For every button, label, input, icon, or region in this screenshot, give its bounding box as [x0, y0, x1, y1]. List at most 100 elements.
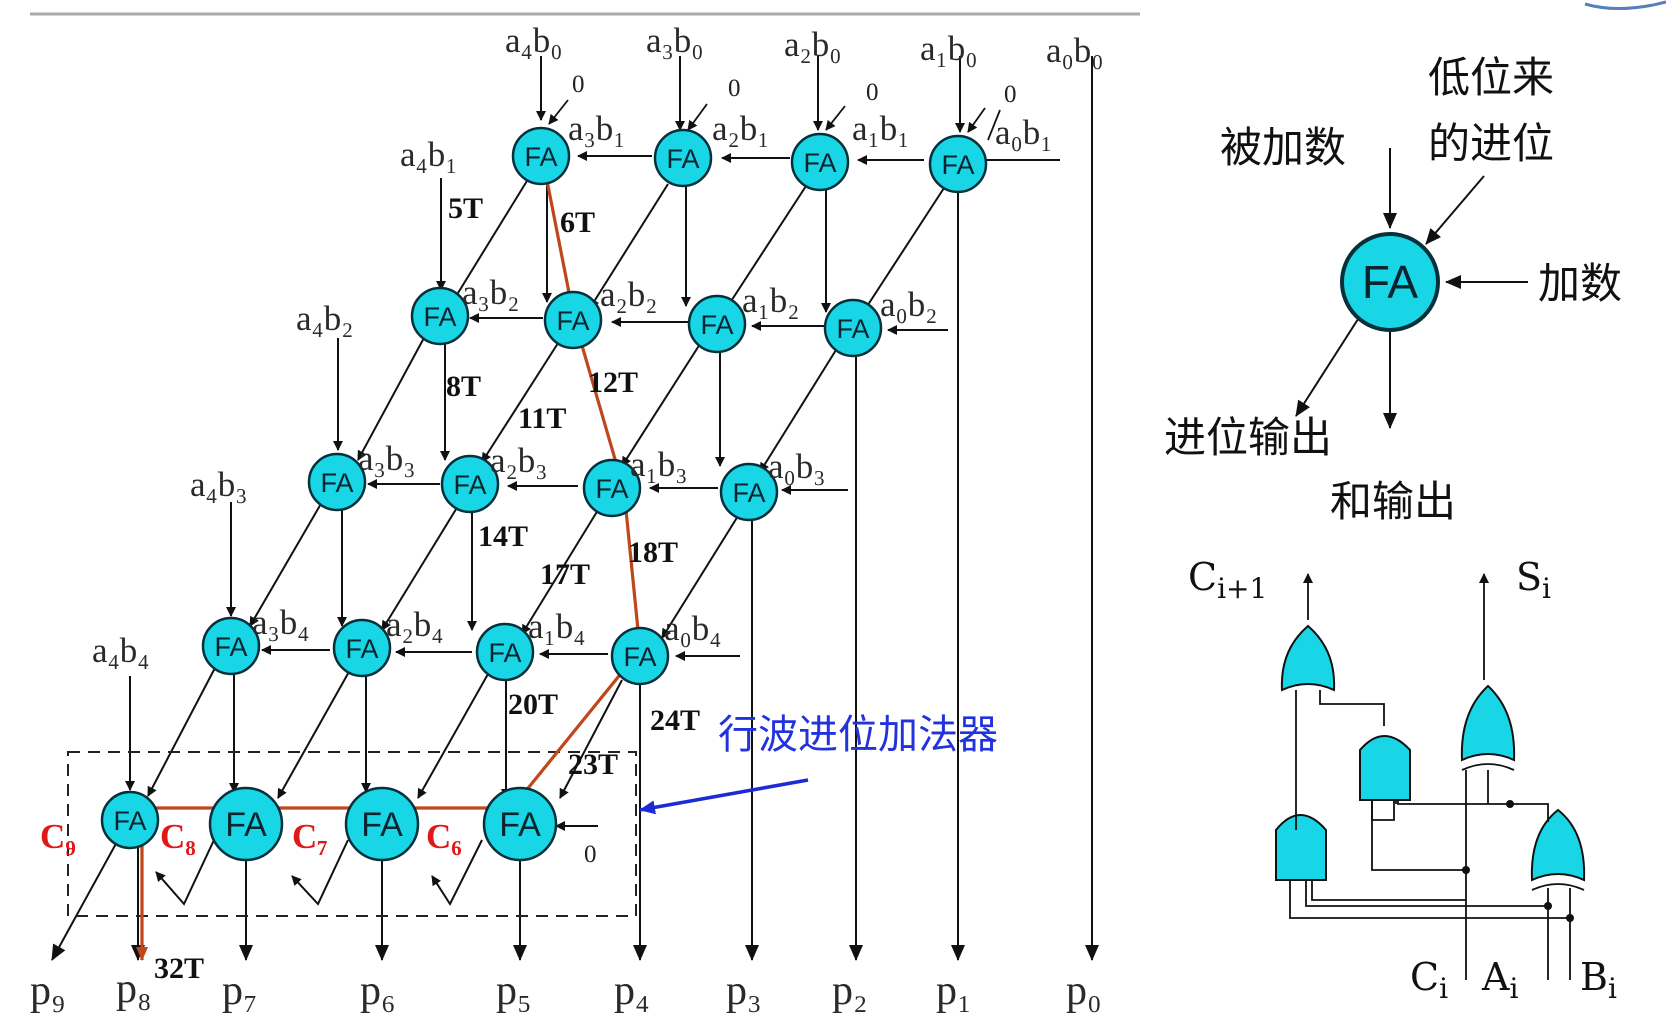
input-bi: Bi: [1580, 955, 1617, 1005]
fa-node: FA: [653, 128, 713, 188]
carry-in-label-1: 低位来: [1428, 53, 1554, 102]
fa-node: FA: [823, 298, 883, 358]
svg-text:p₄: p₄: [614, 968, 650, 1014]
carry-out-symbol: Ci+1: [1188, 555, 1267, 605]
ripple-adder-label: 行波进位加法器: [718, 712, 998, 758]
array-wiring: [51, 56, 1099, 961]
svg-text:p₆: p₆: [360, 968, 396, 1014]
svg-text:a₃b₃: a₃b₃: [358, 439, 415, 478]
svg-text:a₀b₁: a₀b₁: [995, 113, 1052, 152]
svg-text:a₂b₀: a₂b₀: [784, 25, 841, 64]
svg-text:a₂b₂: a₂b₂: [600, 275, 657, 314]
svg-text:a₃b₄: a₃b₄: [252, 603, 309, 642]
svg-text:FA: FA: [361, 806, 403, 844]
svg-text:a₄b₂: a₄b₂: [296, 299, 353, 338]
svg-text:5T: 5T: [448, 192, 483, 225]
fa-node: FA: [344, 786, 420, 862]
top-input-labels: a₄b₀ a₃b₀ a₂b₀ a₁b₀ a₀b₀: [505, 21, 1103, 70]
svg-text:FA: FA: [113, 806, 146, 836]
svg-text:24T: 24T: [650, 704, 700, 737]
input-ai: Ai: [1481, 955, 1518, 1005]
svg-text:18T: 18T: [628, 536, 678, 569]
svg-text:FA: FA: [623, 642, 656, 672]
svg-text:FA: FA: [453, 470, 486, 500]
svg-text:p₀: p₀: [1066, 968, 1102, 1014]
xor-gate: [1530, 808, 1586, 882]
fa-node: FA: [511, 126, 571, 186]
addend-label: 加数: [1538, 259, 1622, 308]
fa-symbol: FA 被加数 低位来 的进位 加数 进位输出 和输出: [1164, 53, 1622, 526]
svg-text:a₂b₄: a₂b₄: [386, 605, 443, 644]
svg-text:p₃: p₃: [726, 968, 762, 1014]
svg-text:a₀b₄: a₀b₄: [664, 609, 721, 648]
carry-zero-labels: 0 0 0 0: [572, 71, 1017, 108]
svg-text:FA: FA: [214, 632, 247, 662]
svg-text:p₈: p₈: [116, 966, 152, 1012]
svg-text:FA: FA: [556, 306, 589, 336]
fa-node: FA: [100, 790, 160, 850]
svg-text:C₈: C₈: [160, 817, 196, 856]
svg-text:0: 0: [572, 71, 585, 98]
svg-text:0: 0: [1004, 81, 1017, 108]
svg-text:14T: 14T: [478, 520, 528, 553]
svg-text:p₉: p₉: [30, 968, 66, 1014]
svg-text:0: 0: [866, 79, 879, 106]
svg-text:a₁b₄: a₁b₄: [528, 607, 585, 646]
fa-node: FA: [928, 134, 988, 194]
svg-text:FA: FA: [700, 310, 733, 340]
and-gate: [1275, 814, 1327, 881]
svg-text:FA: FA: [836, 314, 869, 344]
ripple-carry-in: 0: [584, 841, 597, 868]
gate-circuit: Ci+1 Si Ci Ai Bi: [1188, 555, 1617, 1005]
fa-node: FA: [307, 452, 367, 512]
svg-text:a₀b₃: a₀b₃: [768, 447, 825, 486]
svg-text:12T: 12T: [588, 366, 638, 399]
svg-text:p₁: p₁: [936, 968, 972, 1014]
svg-text:C₉: C₉: [40, 817, 76, 856]
svg-text:FA: FA: [488, 638, 521, 668]
svg-text:a₃b₂: a₃b₂: [462, 273, 519, 312]
svg-text:FA: FA: [666, 144, 699, 174]
svg-text:0: 0: [728, 75, 741, 102]
sum-out-label: 和输出: [1330, 477, 1456, 526]
svg-text:17T: 17T: [540, 558, 590, 591]
xor-gate: [1460, 684, 1516, 762]
svg-text:FA: FA: [499, 806, 541, 844]
logo-fragment: [1584, 0, 1666, 10]
or-gate: [1280, 624, 1336, 692]
fa-node: FA: [208, 786, 284, 862]
ripple-pointer-arrow: [639, 778, 809, 815]
fa-node: FA: [332, 618, 392, 678]
fa-node: FA: [482, 786, 558, 862]
sum-out-symbol: Si: [1516, 555, 1551, 605]
svg-text:p₅: p₅: [496, 968, 532, 1014]
svg-text:a₂b₃: a₂b₃: [490, 441, 547, 480]
svg-text:a₄b₁: a₄b₁: [400, 135, 457, 174]
svg-text:6T: 6T: [560, 206, 595, 239]
svg-text:FA: FA: [803, 148, 836, 178]
svg-text:a₀b₂: a₀b₂: [880, 285, 937, 324]
svg-text:p₇: p₇: [222, 968, 258, 1014]
svg-text:a₃b₀: a₃b₀: [646, 21, 703, 60]
carry-out-label: 进位输出: [1164, 413, 1332, 462]
svg-text:11T: 11T: [518, 402, 566, 435]
fa-node: FA: [410, 286, 470, 346]
svg-text:a₁b₁: a₁b₁: [852, 109, 909, 148]
svg-text:FA: FA: [941, 150, 974, 180]
svg-text:a₁b₀: a₁b₀: [920, 29, 977, 68]
and-gate: [1359, 735, 1411, 801]
input-ci: Ci: [1410, 955, 1448, 1005]
svg-text:a₁b₂: a₁b₂: [742, 281, 799, 320]
svg-text:a₂b₁: a₂b₁: [712, 109, 769, 148]
svg-text:a₄b₄: a₄b₄: [92, 631, 149, 670]
fa-node: FA: [475, 622, 535, 682]
svg-text:C₆: C₆: [426, 817, 462, 856]
svg-text:FA: FA: [595, 474, 628, 504]
svg-text:C₇: C₇: [292, 817, 328, 856]
svg-text:FA: FA: [423, 302, 456, 332]
svg-text:FA: FA: [732, 478, 765, 508]
svg-text:FA: FA: [524, 142, 557, 172]
svg-text:20T: 20T: [508, 688, 558, 721]
svg-text:FA: FA: [345, 634, 378, 664]
fa-node: FA: [790, 132, 850, 192]
